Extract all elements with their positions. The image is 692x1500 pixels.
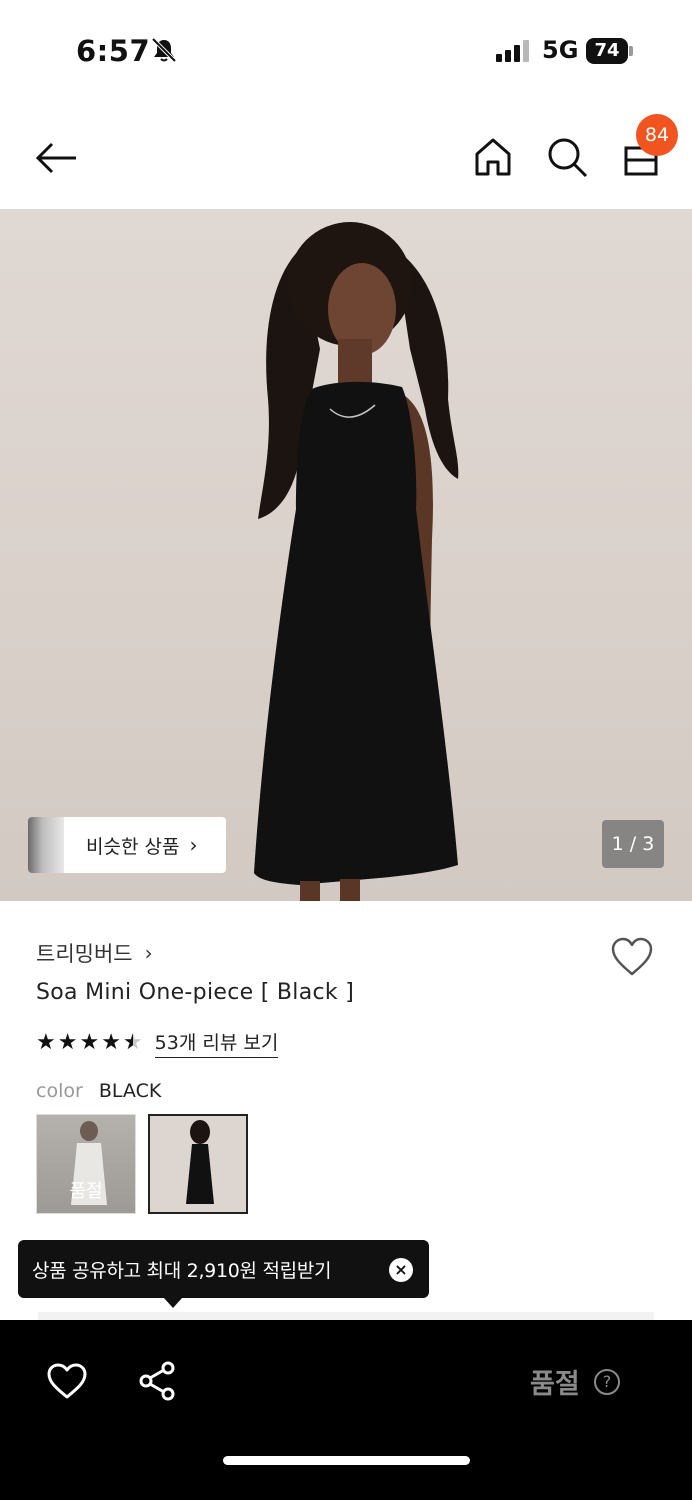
status-bar: 6:57 5G 74 bbox=[0, 0, 692, 100]
color-swatch-black[interactable] bbox=[148, 1114, 248, 1214]
star-half-icon: ★ ★ bbox=[122, 1030, 143, 1055]
arrow-left-icon[interactable] bbox=[30, 136, 80, 180]
product-title: Soa Mini One-piece [ Black ] bbox=[36, 980, 355, 1005]
product-image-carousel[interactable]: 비슷한 상품 › 1 / 3 bbox=[0, 209, 692, 901]
swatch-photo bbox=[186, 1120, 214, 1204]
brand-name: 트리밍버드 bbox=[36, 942, 133, 966]
section-divider bbox=[38, 1312, 654, 1320]
color-row: color BLACK bbox=[36, 1080, 161, 1102]
star-icon: ★ bbox=[57, 1030, 78, 1055]
share-reward-tooltip: 상품 공유하고 최대 2,910원 적립받기 × bbox=[18, 1240, 429, 1308]
search-icon[interactable] bbox=[544, 134, 590, 180]
status-time: 6:57 bbox=[76, 34, 151, 68]
star-icon: ★ bbox=[79, 1030, 100, 1055]
home-icon[interactable] bbox=[470, 134, 516, 180]
cart-count-badge: 84 bbox=[636, 114, 678, 156]
star-icon: ★ bbox=[101, 1030, 121, 1055]
reviews-link[interactable]: 53개 리뷰 보기 bbox=[154, 1028, 279, 1058]
top-nav bbox=[0, 110, 692, 206]
tooltip-arrow bbox=[164, 1298, 182, 1308]
heart-icon[interactable] bbox=[610, 936, 654, 978]
image-page-indicator: 1 / 3 bbox=[602, 820, 664, 868]
rating-row: ★ ★ ★ ★ ★ ★ 53개 리뷰 보기 bbox=[36, 1028, 279, 1058]
network-label: 5G bbox=[542, 36, 579, 64]
bell-off-icon bbox=[151, 37, 177, 63]
chevron-right-icon: › bbox=[189, 833, 198, 857]
swatch-soldout-label: 품절 bbox=[69, 1181, 103, 1202]
share-icon[interactable] bbox=[138, 1360, 176, 1402]
tooltip-text: 상품 공유하고 최대 2,910원 적립받기 bbox=[32, 1259, 332, 1282]
signal-icon bbox=[496, 40, 529, 62]
similar-products-label: 비슷한 상품 bbox=[86, 835, 180, 858]
home-indicator bbox=[223, 1456, 470, 1465]
product-photo bbox=[254, 222, 459, 901]
rating-stars: ★ ★ ★ ★ ★ ★ bbox=[36, 1031, 143, 1055]
color-swatch-white[interactable]: 품절 bbox=[36, 1114, 136, 1214]
bottom-action-bar: 품절 ? bbox=[0, 1320, 692, 1500]
battery-indicator: 74 bbox=[586, 38, 628, 64]
battery-tip bbox=[629, 46, 633, 56]
help-icon[interactable]: ? bbox=[594, 1369, 620, 1395]
soldout-button[interactable]: 품절 bbox=[530, 1362, 580, 1401]
similar-products-button[interactable]: 비슷한 상품 › bbox=[28, 817, 226, 873]
chevron-right-icon: › bbox=[144, 941, 153, 965]
heart-icon[interactable] bbox=[46, 1362, 88, 1400]
star-icon: ★ bbox=[36, 1030, 56, 1055]
similar-thumbnail bbox=[28, 817, 64, 873]
color-label: color bbox=[36, 1080, 83, 1102]
close-icon[interactable]: × bbox=[389, 1258, 413, 1282]
brand-link[interactable]: 트리밍버드 › bbox=[36, 938, 153, 968]
battery-level: 74 bbox=[594, 40, 620, 61]
color-value: BLACK bbox=[98, 1080, 162, 1102]
